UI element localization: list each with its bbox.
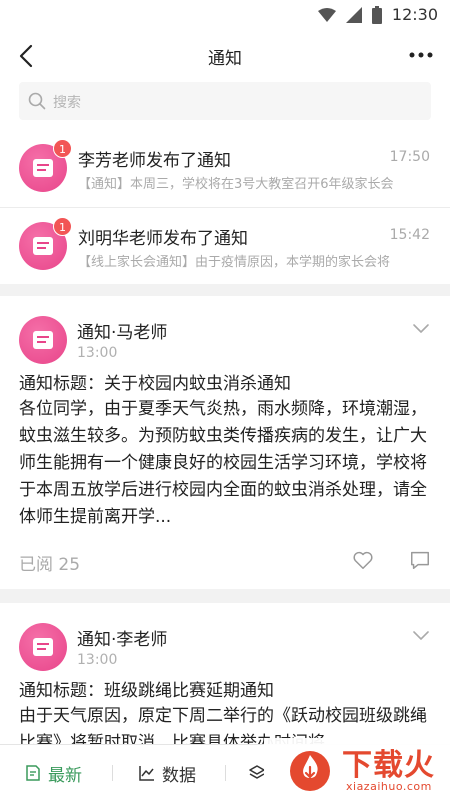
unread-badge: 1 (53, 139, 72, 158)
card-body: 各位同学，由于夏季天气炎热，雨水频降，环境潮湿，蚊虫滋生较多。为预防蚊虫类传播疾… (19, 399, 427, 527)
tab-latest[interactable]: 最新 (24, 745, 82, 800)
document-icon (33, 237, 53, 255)
message-preview: 【线上家长会通知】由于疫情原因，本学期的家长会将 (78, 255, 391, 270)
document-icon (33, 638, 53, 656)
comment-icon[interactable] (409, 549, 431, 571)
watermark: 下载火 xiazaihuo.com (264, 738, 450, 800)
list-item[interactable]: 1 刘明华老师发布了通知 15:42 【线上家长会通知】由于疫情原因，本学期的家… (0, 207, 450, 284)
page-title: 通知 (208, 49, 242, 69)
search-input[interactable]: 搜索 (19, 82, 431, 120)
search-area: 搜索 (0, 78, 450, 130)
card-sender: 通知·马老师 (77, 323, 168, 343)
edit-doc-icon (26, 765, 40, 781)
tab-label: 最新 (48, 765, 82, 786)
tab-data[interactable]: 数据 (138, 745, 196, 800)
notice-avatar (19, 316, 67, 364)
tab-divider (112, 765, 113, 781)
wifi-icon (317, 7, 336, 22)
document-icon (33, 159, 53, 177)
watermark-title: 下载火 (342, 748, 435, 783)
status-icons: 12:30 (317, 5, 438, 24)
search-icon (28, 92, 46, 110)
unread-badge: 1 (53, 217, 72, 236)
battery-icon (371, 5, 382, 24)
notice-card[interactable]: 通知·马老师 13:00 通知标题：关于校园内蚊虫消杀通知 各位同学，由于夏季天… (0, 296, 450, 589)
card-time: 13:00 (77, 345, 118, 361)
chart-icon (139, 766, 154, 781)
watermark-url: xiazaihuo.com (346, 780, 432, 793)
flame-logo-icon (290, 751, 330, 791)
message-time: 17:50 (389, 149, 430, 165)
message-preview: 【通知】本周三，学校将在3号大教室召开6年级家长会 (78, 177, 394, 192)
tab-divider (225, 765, 226, 781)
tab-label: 数据 (162, 765, 196, 786)
card-time: 13:00 (77, 652, 118, 668)
chevron-down-icon[interactable] (412, 630, 430, 642)
message-title: 刘明华老师发布了通知 (78, 229, 248, 249)
signal-icon (345, 6, 362, 23)
status-time: 12:30 (391, 5, 438, 24)
heart-icon[interactable] (352, 549, 374, 571)
card-subject: 通知标题：关于校园内蚊虫消杀通知 (19, 374, 291, 394)
nav-bar: 通知 (0, 32, 450, 78)
message-title: 李芳老师发布了通知 (78, 151, 231, 171)
list-item[interactable]: 1 李芳老师发布了通知 17:50 【通知】本周三，学校将在3号大教室召开6年级… (0, 130, 450, 207)
chevron-down-icon[interactable] (412, 323, 430, 335)
card-sender: 通知·李老师 (77, 630, 168, 650)
card-subject: 通知标题：班级跳绳比赛延期通知 (19, 681, 274, 701)
more-icon[interactable] (408, 47, 434, 63)
card-footer: 已阅 25 (0, 546, 450, 576)
status-bar: 12:30 (0, 0, 450, 32)
document-icon (33, 331, 53, 349)
message-list: 1 李芳老师发布了通知 17:50 【通知】本周三，学校将在3号大教室召开6年级… (0, 130, 450, 284)
message-time: 15:42 (389, 227, 430, 243)
search-placeholder: 搜索 (53, 95, 81, 111)
notice-avatar (19, 623, 67, 671)
read-count: 已阅 25 (19, 555, 81, 575)
